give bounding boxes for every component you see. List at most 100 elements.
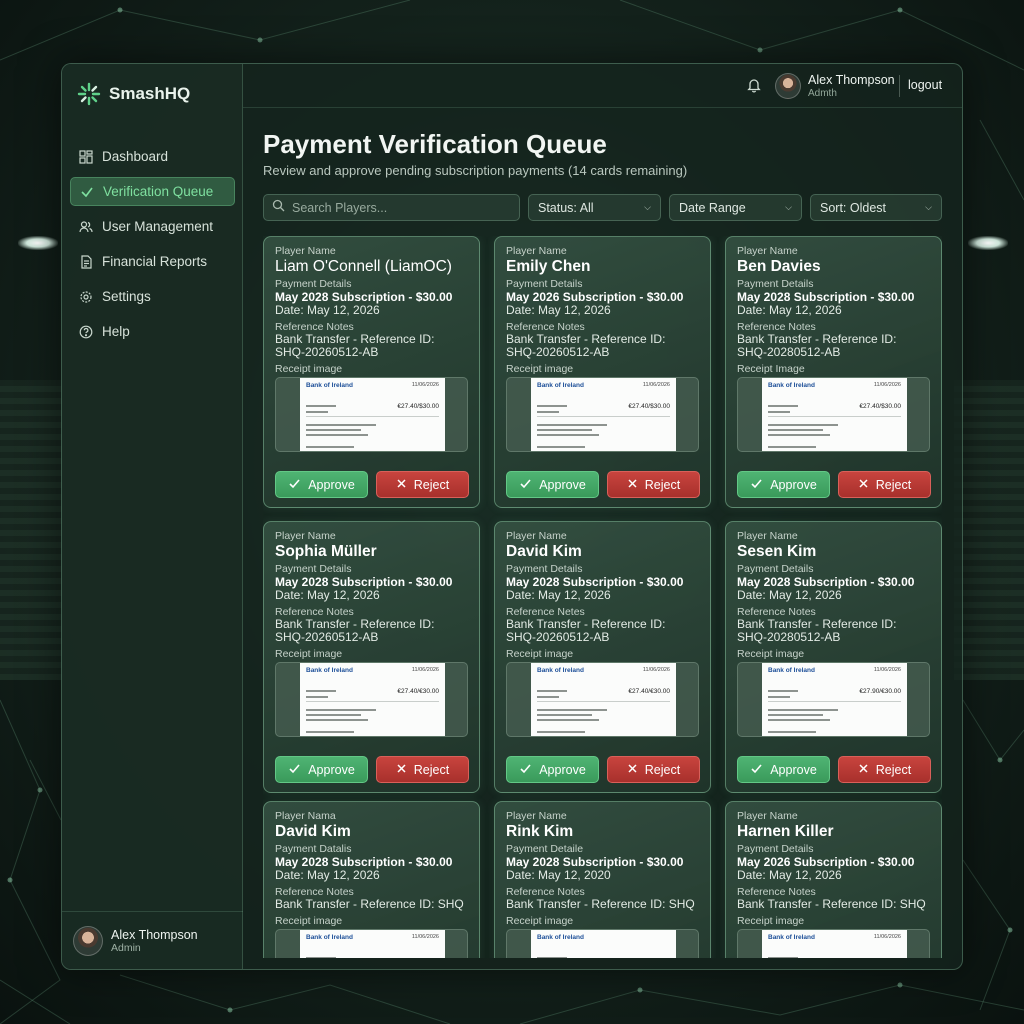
topbar-user-role: Admth [808,88,837,99]
sidebar-user[interactable]: Alex Thompson Admin [62,911,243,969]
player-name: Liam O'Connell (LiamOC) [275,258,452,275]
reject-label: Reject [644,762,681,777]
receipt-image[interactable]: Bank of Ireland 11/06/2026 €27.40/€30.00 [275,662,468,737]
receipt-divider [306,416,439,417]
receipt-image[interactable]: Bank of Ireland 11/06/2026 [737,929,930,958]
sidebar-item-help[interactable]: Help [70,317,235,346]
filter-bar: Status: All ⌵ Date Range ⌵ Sort: Oldest … [263,194,942,221]
sidebar-item-financial-reports[interactable]: Financial Reports [70,247,235,276]
receipt-image-label: Receipt image [506,648,574,660]
player-name-label: Player Name [275,245,336,257]
payment-card: Player Name David Kim Payment Details Ma… [494,521,711,793]
subscription-amount: May 2028 Subscription - $30.00 [737,575,915,589]
logout-link[interactable]: logout [908,78,942,92]
sidebar-item-user-management[interactable]: User Management [70,212,235,241]
approve-label: Approve [770,477,817,492]
avatar[interactable] [775,73,801,99]
receipt-image[interactable]: Bank of Ireland 11/06/2026 €27.40/$30.00 [737,377,930,452]
receipt-date: 11/06/2026 [873,667,901,673]
receipt-paper: Bank of Ireland 11/06/2026 €27.40/$30.00 [300,378,445,451]
payment-details-label: Payment Details [275,563,352,575]
sidebar-item-label: Dashboard [102,149,169,164]
date-range-select[interactable]: Date Range ⌵ [669,194,802,221]
receipt-text-line [768,696,790,698]
receipt-text-line [537,719,599,721]
gear-icon [79,290,93,304]
user-role: Admin [111,941,141,954]
receipt-divider [537,416,670,417]
player-name-label: Player Name [506,810,567,822]
receipt-image[interactable]: Bank of Ireland 11/06/2026 €27.90/€30.00 [737,662,930,737]
receipt-text-line [306,690,336,692]
sidebar-item-label: User Management [102,219,214,234]
bell-icon[interactable] [746,77,762,93]
close-icon [627,763,638,777]
brand[interactable]: SmashHQ [77,82,190,106]
reference-id: SHQ-20260512-AB [506,630,610,644]
receipt-image-label: Receipt image [737,915,805,927]
check-icon [519,762,532,778]
receipt-divider [768,701,901,702]
player-name: Sophia Müller [275,543,377,560]
card-actions: Approve Reject [275,471,469,498]
approve-button[interactable]: Approve [506,756,599,783]
receipt-image[interactable]: Bank of Ireland [506,929,699,958]
receipt-date: 11/06/2026 [411,934,439,940]
check-icon [80,185,94,199]
search-box[interactable] [263,194,520,221]
receipt-text-line [537,424,607,426]
sidebar-item-dashboard[interactable]: Dashboard [70,142,235,171]
receipt-text-line [768,446,816,448]
approve-button[interactable]: Approve [737,756,830,783]
reject-button[interactable]: Reject [376,756,469,783]
check-icon [750,477,763,493]
player-name: Rink Kim [506,823,574,840]
topbar-user-name: Alex Thompson [808,73,895,87]
receipt-image[interactable]: Bank of Ireland 11/06/2026 €27.40/$30.00 [506,377,699,452]
reject-button[interactable]: Reject [607,471,700,498]
approve-label: Approve [770,762,817,777]
sidebar-item-label: Help [102,324,130,339]
approve-button[interactable]: Approve [737,471,830,498]
approve-button[interactable]: Approve [275,756,368,783]
player-name-label: Player Name [737,245,798,257]
receipt-text-line [306,405,336,407]
approve-label: Approve [308,477,355,492]
status-select[interactable]: Status: All ⌵ [528,194,661,221]
receipt-date: 11/06/2026 [642,667,670,673]
approve-button[interactable]: Approve [506,471,599,498]
receipt-text-line [768,709,838,711]
receipt-divider [768,416,901,417]
reject-button[interactable]: Reject [838,471,931,498]
receipt-amount: €27.40/$30.00 [628,403,670,410]
reference-notes: Bank Transfer - Reference ID: SHQ [506,897,695,911]
payment-card: Player Name Sophia Müller Payment Detail… [263,521,480,793]
receipt-text-line [306,719,368,721]
brand-name: SmashHQ [109,84,191,103]
reject-button[interactable]: Reject [838,756,931,783]
close-icon [396,763,407,777]
approve-button[interactable]: Approve [275,471,368,498]
close-icon [627,478,638,492]
receipt-text-line [306,731,354,733]
payment-details-label: Payment Details [506,563,583,575]
receipt-image[interactable]: Bank of Ireland 11/06/2026 €27.40/€30.00 [506,662,699,737]
sidebar-item-verification-queue[interactable]: Verification Queue [70,177,235,206]
reject-button[interactable]: Reject [376,471,469,498]
receipt-image-label: Receipt image [506,915,574,927]
payment-date: Date: May 12, 2026 [275,868,380,882]
subscription-amount: May 2028 Subscription - $30.00 [506,575,684,589]
receipt-text-line [768,429,823,431]
sort-select[interactable]: Sort: Oldest ⌵ [810,194,942,221]
stadium-stands-right [954,380,1024,680]
receipt-image[interactable]: Bank of Ireland 11/06/2026 €27.40/$30.00 [275,377,468,452]
check-icon [750,762,763,778]
receipt-text-line [537,690,567,692]
subscription-amount: May 2028 Subscription - $30.00 [737,290,915,304]
reject-button[interactable]: Reject [607,756,700,783]
sidebar-item-settings[interactable]: Settings [70,282,235,311]
receipt-amount: €27.40/$30.00 [397,403,439,410]
receipt-image[interactable]: Bank of Ireland 11/06/2026 [275,929,468,958]
search-input[interactable] [292,200,502,215]
player-name: Ben Davies [737,258,821,275]
